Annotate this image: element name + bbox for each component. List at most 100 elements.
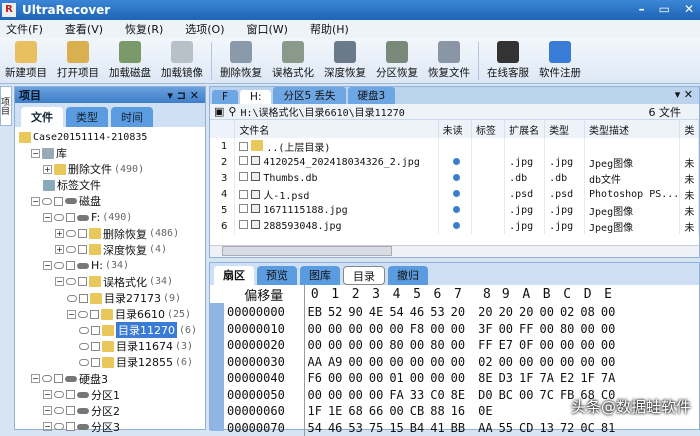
table-row[interactable]: 3Thumbs.db.db.dbdb文件未 <box>210 170 699 186</box>
radio-box[interactable] <box>42 198 52 205</box>
hex-byte[interactable]: 00 <box>407 370 427 387</box>
radio-box[interactable] <box>42 375 52 382</box>
table-row[interactable]: 51671115188.jpg.jpg.jpgJpeg图像未 <box>210 202 699 218</box>
project-tab-0[interactable]: 文件 <box>21 107 63 127</box>
hex-byte[interactable]: 1F <box>577 370 597 387</box>
hex-byte[interactable]: 20 <box>448 304 468 321</box>
hex-byte[interactable]: 53 <box>345 420 365 436</box>
hex-byte[interactable]: 66 <box>366 403 386 420</box>
hex-byte[interactable]: AA <box>304 354 325 371</box>
checkbox[interactable] <box>66 390 75 399</box>
panel-close-icon[interactable]: ✕ <box>190 89 199 102</box>
radio-box[interactable] <box>54 423 64 430</box>
hex-byte[interactable]: BC <box>496 387 516 404</box>
table-row[interactable]: 4人-1.psd.psd.psdPhotoshop PS...未 <box>210 186 699 202</box>
hex-byte[interactable]: 00 <box>448 337 468 354</box>
hex-byte[interactable]: 00 <box>345 321 365 338</box>
hex-byte[interactable]: CD <box>516 420 536 436</box>
column-header[interactable]: 未读 <box>438 120 471 138</box>
horizontal-scrollbar[interactable] <box>210 245 699 257</box>
hex-byte[interactable]: 0F <box>516 337 536 354</box>
hex-byte[interactable]: EB <box>304 304 325 321</box>
hex-byte[interactable]: 00 <box>386 403 406 420</box>
hex-byte[interactable] <box>536 403 556 420</box>
column-header[interactable]: 类 <box>680 120 699 138</box>
hex-byte[interactable]: 00 <box>325 370 345 387</box>
checkbox[interactable] <box>78 245 87 254</box>
checkbox[interactable] <box>54 374 63 383</box>
hex-byte[interactable]: A9 <box>325 354 345 371</box>
column-header[interactable]: 文件名 <box>235 120 438 138</box>
expand-toggle[interactable]: − <box>43 390 52 399</box>
hex-byte[interactable]: 3F <box>468 321 495 338</box>
menu-item-5[interactable]: 帮助(H) <box>310 21 349 37</box>
hex-byte[interactable]: 13 <box>536 420 556 436</box>
tree-node[interactable]: −F:(490) <box>43 210 132 226</box>
hex-byte[interactable]: 00 <box>536 321 556 338</box>
hex-byte[interactable]: 00 <box>366 370 386 387</box>
menu-item-1[interactable]: 查看(V) <box>65 21 103 37</box>
hex-tab-0[interactable]: 扇区 <box>214 266 254 285</box>
hex-byte[interactable]: 8E <box>448 387 468 404</box>
toolbar-button-9[interactable]: 在线客服 <box>482 41 534 80</box>
radio-box[interactable] <box>78 311 88 318</box>
hex-byte[interactable] <box>516 403 536 420</box>
checkbox[interactable] <box>79 294 88 303</box>
checkbox[interactable] <box>90 310 99 319</box>
hex-byte[interactable]: 88 <box>427 403 447 420</box>
hex-byte[interactable]: 20 <box>496 304 516 321</box>
tree-node[interactable]: Case20151114-210835 <box>19 129 147 145</box>
hex-byte[interactable]: 16 <box>448 403 468 420</box>
hex-byte[interactable]: 80 <box>386 337 406 354</box>
tree-node[interactable]: −分区3 <box>43 419 120 435</box>
toolbar-button-2[interactable]: 加载磁盘 <box>104 41 156 80</box>
menu-item-0[interactable]: 文件(F) <box>6 21 43 37</box>
table-row[interactable]: 1..(上层目录) <box>210 138 699 154</box>
expand-toggle[interactable]: + <box>43 165 52 174</box>
hex-byte[interactable]: 00 <box>516 354 536 371</box>
hex-byte[interactable]: 8E <box>468 370 495 387</box>
checkbox[interactable] <box>91 326 100 335</box>
hex-byte[interactable]: 41 <box>427 420 447 436</box>
hex-byte[interactable]: 00 <box>598 321 618 338</box>
hex-byte[interactable]: 00 <box>536 337 556 354</box>
sidebar-tab-project[interactable]: 项目 <box>0 86 12 126</box>
radio-box[interactable] <box>66 246 76 253</box>
file-tab-0[interactable]: F <box>212 90 238 104</box>
file-tab-1[interactable]: H: <box>240 90 271 104</box>
radio-box[interactable] <box>67 295 77 302</box>
hex-byte[interactable]: 80 <box>557 321 577 338</box>
toolbar-button-8[interactable]: 恢复文件 <box>423 41 475 80</box>
close-button[interactable]: ✕ <box>684 2 694 16</box>
hex-byte[interactable] <box>496 403 516 420</box>
hex-byte[interactable]: 15 <box>386 420 406 436</box>
hex-byte[interactable]: 00 <box>448 321 468 338</box>
radio-box[interactable] <box>79 343 89 350</box>
table-row[interactable]: 6288593048.jpg.jpg.jpgJpeg图像未 <box>210 218 699 234</box>
hex-byte[interactable]: 0E <box>468 403 495 420</box>
tree-node[interactable]: +删除恢复(486) <box>55 226 179 242</box>
toolbar-button-7[interactable]: 分区恢复 <box>371 41 423 80</box>
hex-byte[interactable]: 4E <box>366 304 386 321</box>
tree-node[interactable]: −库 <box>31 145 67 161</box>
hex-byte[interactable]: FF <box>516 321 536 338</box>
column-header[interactable]: 标签 <box>471 120 504 138</box>
hex-byte[interactable]: 00 <box>386 321 406 338</box>
hex-byte[interactable]: 54 <box>386 304 406 321</box>
hex-byte[interactable]: 00 <box>536 304 556 321</box>
hex-byte[interactable]: 00 <box>448 354 468 371</box>
tree-node[interactable]: −误格式化(34) <box>55 274 173 290</box>
checkbox[interactable] <box>239 220 248 229</box>
tree-node[interactable]: −分区2 <box>43 403 120 419</box>
hex-tab-2[interactable]: 图库 <box>300 266 340 285</box>
checkbox[interactable] <box>66 261 75 270</box>
hex-byte[interactable]: 00 <box>345 387 365 404</box>
hex-byte[interactable]: 72 <box>557 420 577 436</box>
hex-byte[interactable]: 00 <box>557 337 577 354</box>
hex-byte[interactable]: 75 <box>366 420 386 436</box>
hex-byte[interactable]: 00 <box>386 354 406 371</box>
toolbar-button-6[interactable]: 深度恢复 <box>319 41 371 80</box>
tree-node[interactable]: 目录12855(6) <box>79 354 193 370</box>
hex-tab-1[interactable]: 预览 <box>257 266 297 285</box>
tree-node[interactable]: 目录11674(3) <box>79 338 193 354</box>
